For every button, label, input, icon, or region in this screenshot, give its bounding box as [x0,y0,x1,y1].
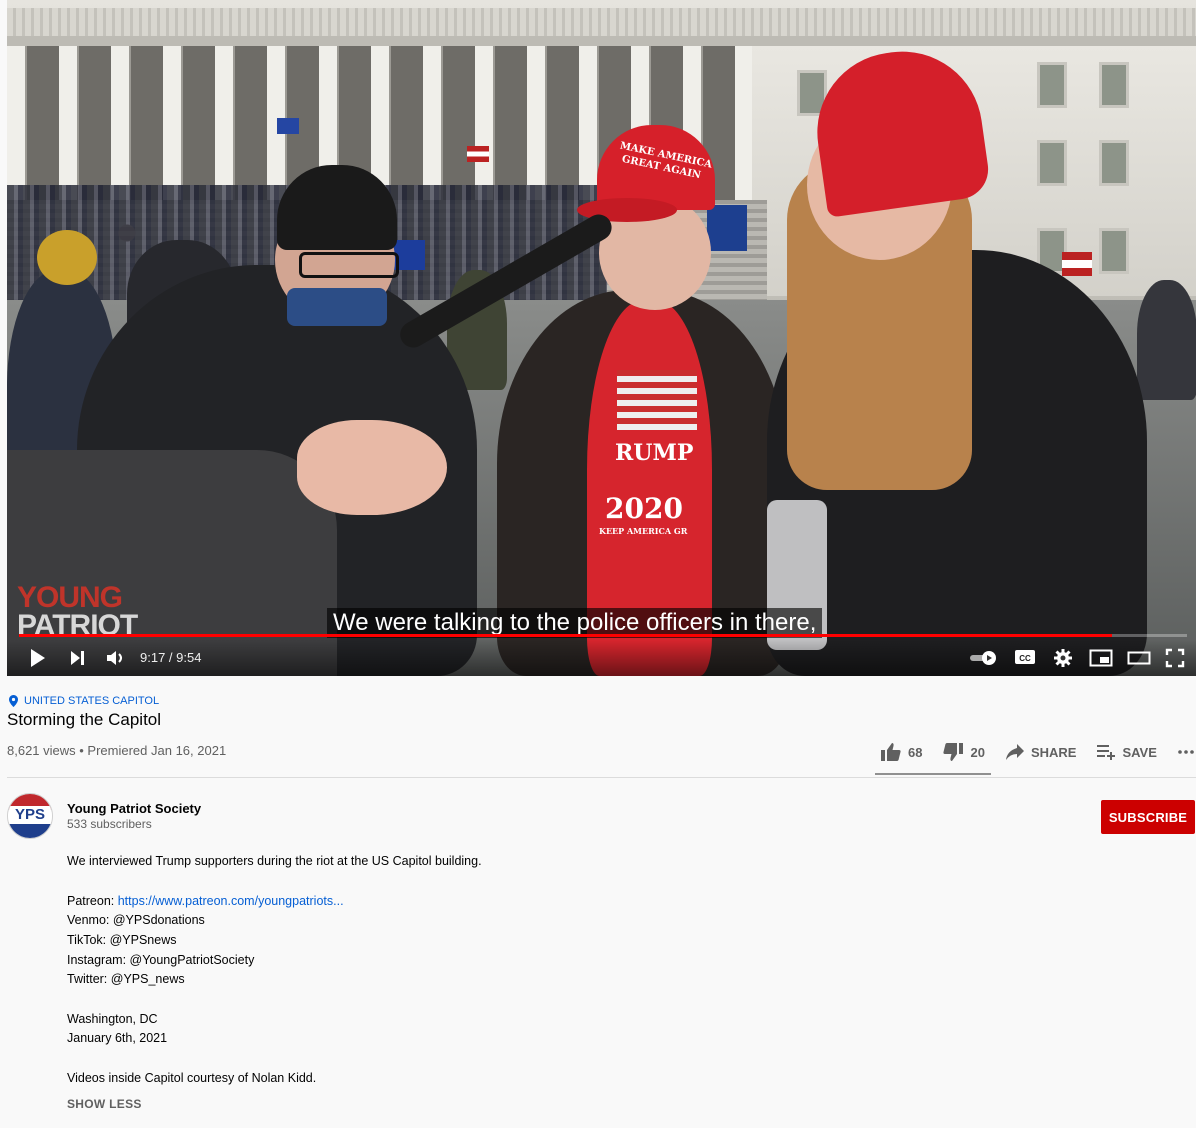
progress-bar-fill [19,634,1113,637]
bystander-hat [37,230,97,285]
volume-icon[interactable] [105,648,127,672]
svg-text:CC: CC [1019,654,1031,663]
subscribe-button[interactable]: SUBSCRIBE [1101,800,1195,834]
time-display: 9:17 / 9:54 [140,650,202,665]
shirt-slogan: KEEP AMERICA GR [599,526,688,536]
channel-name[interactable]: Young Patriot Society [67,801,201,816]
video-title: Storming the Capitol [7,710,162,729]
thumbs-down-icon [943,743,964,761]
description-twitter: Twitter: @YPS_news [67,972,185,986]
bystander [1137,280,1196,400]
play-icon[interactable] [29,648,47,672]
window [1037,62,1067,108]
patreon-label: Patreon: [67,894,118,908]
shirt-year: 2020 [605,492,683,525]
channel-watermark-line1: YOUNG [17,581,123,614]
save-button[interactable]: SAVE [1096,743,1157,761]
shirt-text: RUMP [615,440,694,466]
window [1099,228,1129,274]
save-label: SAVE [1122,744,1157,760]
like-button[interactable]: 68 [880,742,922,762]
video-actions: 68 20 SHARE SAVE [880,742,1196,762]
shirt-flag-graphic [617,370,697,430]
progress-bar[interactable] [19,634,1187,637]
interviewer-hand [297,420,447,515]
window [1037,140,1067,186]
flag [707,205,747,251]
theater-mode-icon[interactable] [1127,648,1151,672]
face-mask [287,288,387,326]
next-icon[interactable] [69,648,87,672]
share-arrow-icon [1005,744,1024,760]
description-instagram: Instagram: @YoungPatriotSociety [67,953,255,967]
video-frame: RUMP 2020 KEEP AMERICA GR MAKE AMERICA G… [7,0,1196,676]
description-credit: Videos inside Capitol courtesy of Nolan … [67,1071,317,1085]
description-date: January 6th, 2021 [67,1031,168,1045]
dislike-button[interactable]: 20 [942,742,985,762]
closed-captions-icon[interactable]: CC [1014,648,1036,670]
like-count: 68 [908,744,923,760]
description-place: Washington, DC [67,1012,158,1026]
window [1099,62,1129,108]
description-patreon: Patreon: https://www.patreon.com/youngpa… [67,894,344,908]
share-label: SHARE [1030,744,1077,760]
video-player[interactable]: RUMP 2020 KEEP AMERICA GR MAKE AMERICA G… [7,0,1196,676]
show-less-button[interactable]: SHOW LESS [67,1097,142,1111]
flag [277,118,299,134]
thumbs-up-icon [881,743,901,761]
description-venmo: Venmo: @YPSdonations [67,913,205,927]
location-label: UNITED STATES CAPITOL [24,695,160,707]
like-ratio-bar [875,773,991,775]
location-tag[interactable]: UNITED STATES CAPITOL [9,695,159,707]
glasses [299,252,399,278]
video-stats: 8,621 views • Premiered Jan 16, 2021 [7,743,227,758]
channel-avatar[interactable]: YPS [7,793,53,839]
dislike-count: 20 [970,744,985,760]
divider [7,777,1196,778]
more-horizontal-icon [1178,750,1194,754]
flag [1062,252,1092,276]
window [1099,140,1129,186]
save-playlist-icon [1097,745,1116,760]
description-tiktok: TikTok: @YPSnews [67,933,177,947]
avatar-text: YPS [8,806,52,824]
settings-gear-icon[interactable] [1053,648,1073,672]
miniplayer-icon[interactable] [1089,648,1113,672]
building-cornice [7,8,1196,36]
building-cornice-lower [7,36,1196,46]
avatar-blue-band [8,824,52,838]
flag [467,146,489,162]
location-pin-icon [9,695,18,707]
autoplay-toggle-icon[interactable] [969,650,997,670]
patreon-link[interactable]: https://www.patreon.com/youngpatriots... [118,894,344,908]
player-controls: 9:17 / 9:54 CC [7,640,1196,676]
more-actions-button[interactable] [1177,749,1195,755]
description-line: We interviewed Trump supporters during t… [67,854,482,868]
share-button[interactable]: SHARE [1005,743,1077,761]
subscriber-count: 533 subscribers [67,817,152,831]
fullscreen-icon[interactable] [1165,648,1185,672]
